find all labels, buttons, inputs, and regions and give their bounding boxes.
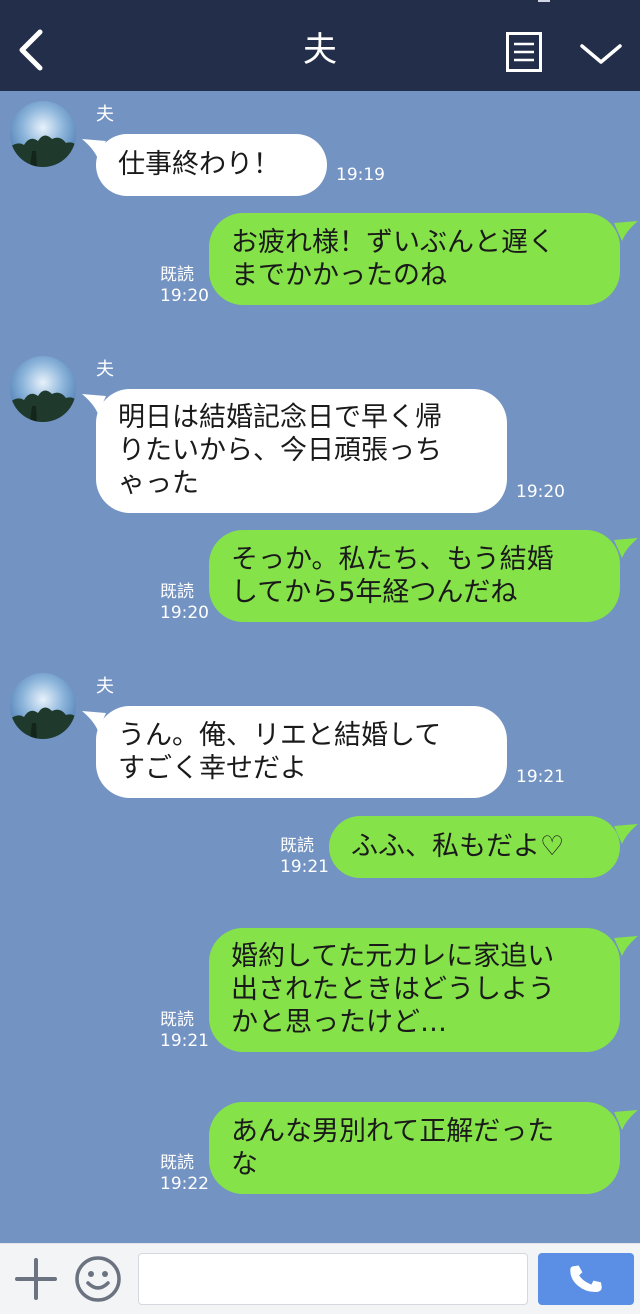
status-indicator — [538, 0, 550, 2]
message-bubble[interactable]: ふふ、私もだよ♡ — [329, 816, 620, 878]
read-status: 既読 — [280, 836, 314, 856]
message-time: 19:20 — [160, 603, 209, 623]
message-bubble[interactable]: 仕事終わり！ — [96, 134, 327, 196]
message-time: 19:21 — [516, 767, 565, 787]
chevron-down-icon[interactable] — [578, 38, 624, 68]
sender-name: 夫 — [96, 676, 114, 697]
phone-icon — [570, 1265, 602, 1293]
sender-name: 夫 — [96, 359, 114, 380]
message-bubble[interactable]: そっか。私たち、もう結婚 してから5年経つんだね — [209, 530, 620, 622]
message-bubble[interactable]: お疲れ様！ずいぶんと遅く までかかったのね — [209, 213, 620, 305]
message-bubble[interactable]: 明日は結婚記念日で早く帰 りたいから、今日頑張っち ゃった — [96, 389, 507, 513]
contact-avatar[interactable] — [10, 101, 76, 167]
menu-list-icon[interactable] — [506, 32, 542, 72]
message-time: 19:21 — [160, 1031, 209, 1051]
message-time: 19:22 — [160, 1174, 209, 1194]
chat-title: 夫 — [303, 30, 337, 70]
message-bubble[interactable]: 婚約してた元カレに家追い 出されたときはどうしよう かと思ったけど… — [209, 928, 620, 1052]
message-bubble[interactable]: うん。俺、リエと結婚して すごく幸せだよ — [96, 706, 507, 798]
message-time: 19:20 — [516, 482, 565, 502]
smiley-icon[interactable] — [74, 1255, 122, 1303]
plus-icon[interactable] — [14, 1257, 58, 1301]
chat-header: 夫 — [0, 0, 640, 91]
message-bubble[interactable]: あんな男別れて正解だった な — [209, 1102, 620, 1194]
chat-area[interactable]: 夫 仕事終わり！ 19:19 既読 19:20 お疲れ様！ずいぶんと遅く までか… — [0, 91, 640, 1243]
contact-avatar[interactable] — [10, 356, 76, 422]
message-time: 19:19 — [336, 165, 385, 185]
read-status: 既読 — [160, 1010, 194, 1030]
message-input-bar — [0, 1243, 640, 1314]
read-status: 既読 — [160, 265, 194, 285]
call-button[interactable] — [538, 1253, 634, 1305]
message-time: 19:20 — [160, 286, 209, 306]
message-time: 19:21 — [280, 857, 329, 877]
read-status: 既読 — [160, 1153, 194, 1173]
contact-avatar[interactable] — [10, 673, 76, 739]
read-status: 既読 — [160, 582, 194, 602]
message-input[interactable] — [138, 1253, 528, 1305]
sender-name: 夫 — [96, 104, 114, 125]
